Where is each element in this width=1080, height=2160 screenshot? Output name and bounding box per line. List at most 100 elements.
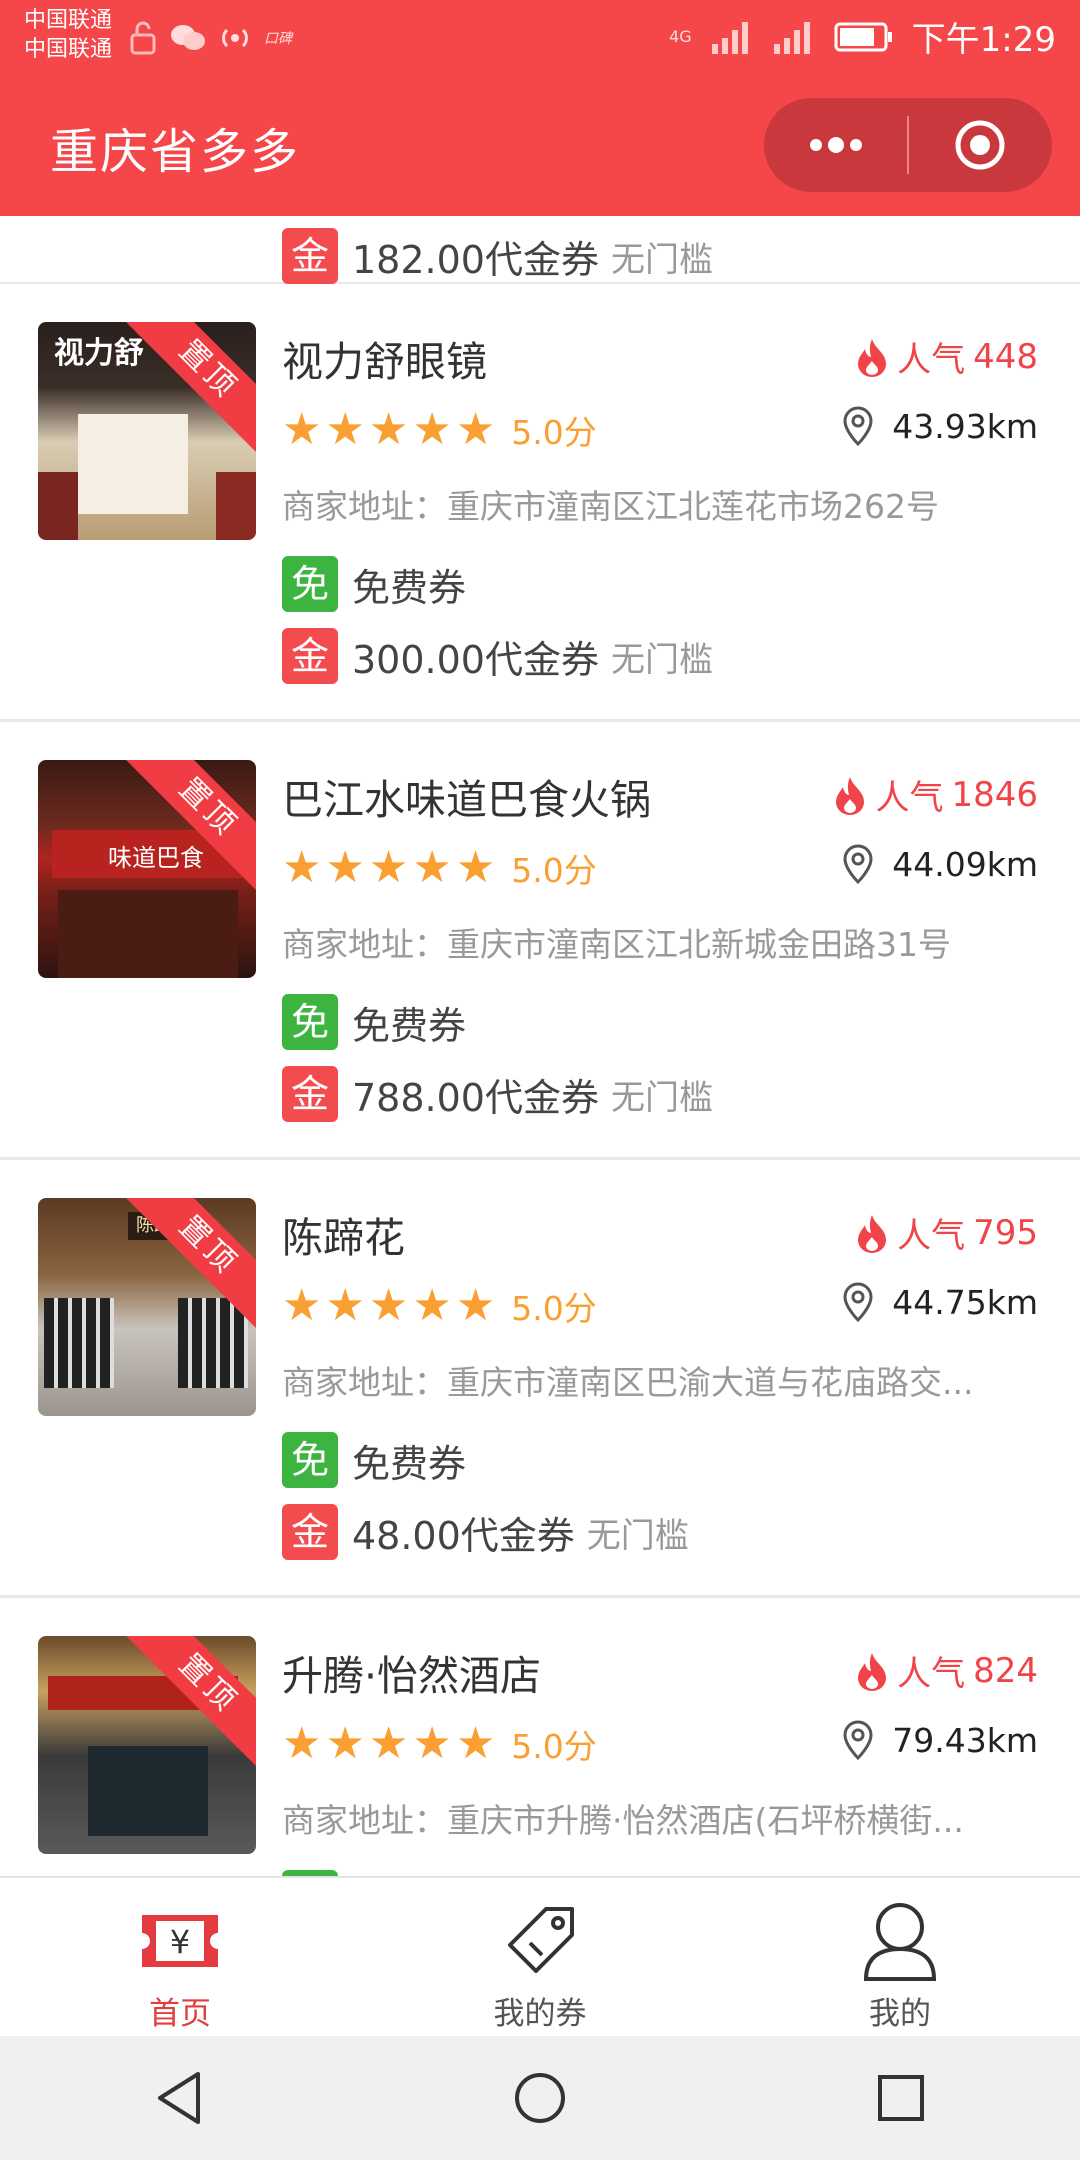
voucher-note: 无门槛 [610, 239, 713, 280]
back-icon[interactable] [154, 2070, 204, 2126]
free-voucher-label: 免费券 [352, 1003, 467, 1048]
cash-voucher-tag[interactable]: 金 788.00代金券 无门槛 [282, 1066, 713, 1122]
star-icon: ★ [325, 1280, 365, 1331]
target-circle-icon [955, 120, 1005, 170]
storefront [58, 890, 238, 978]
popularity: 人气 824 [855, 1646, 1038, 1695]
merchant-name: 视力舒眼镜 [282, 338, 487, 386]
tab-my-vouchers[interactable]: 我的券 [360, 1878, 720, 2038]
gold-badge: 金 [282, 228, 338, 284]
hotspot-icon [222, 28, 248, 48]
app-badge-icon: 口碑 [264, 31, 292, 47]
rating-score: 5.0分 [511, 851, 597, 890]
voucher-value: 182.00代金券 [352, 237, 599, 282]
tab-profile[interactable]: 我的 [720, 1878, 1080, 2038]
merchant-address: 商家地址：重庆市潼南区江北新城金田路31号 [282, 918, 1042, 966]
tab-home[interactable]: ¥ 首页 [0, 1878, 360, 2038]
fire-icon [836, 776, 865, 815]
close-button[interactable] [909, 98, 1052, 192]
fire-icon [858, 338, 887, 377]
location-pin-icon [843, 406, 873, 446]
popularity-value: 448 [973, 336, 1038, 377]
cash-voucher-tag[interactable]: 金 48.00代金券 无门槛 [282, 1504, 689, 1560]
star-icon: ★ [412, 1718, 452, 1769]
star-icon: ★ [325, 1718, 365, 1769]
merchant-list: 金 182.00代金券 无门槛 视力舒 置顶 视力舒眼镜 人气 448 ★ ★ ★ ★… [0, 216, 1080, 1876]
address-prefix: 商家地址： [282, 1363, 447, 1402]
staff-line [178, 1298, 248, 1388]
carrier-2: 中国联通 [24, 37, 113, 62]
star-icon: ★ [368, 1280, 409, 1331]
fire-icon [858, 1652, 887, 1691]
merchant-name: 升腾·怡然酒店 [282, 1652, 542, 1700]
address-text: 重庆市潼南区江北新城金田路31号 [447, 925, 951, 964]
tab-profile-label: 我的 [869, 1996, 931, 2032]
staff-line [44, 1298, 114, 1388]
popularity-value: 1846 [951, 774, 1038, 815]
star-icon: ★ [455, 842, 496, 893]
location-pin-icon [843, 1720, 873, 1760]
merchant-thumbnail: 视力舒 置顶 [38, 322, 256, 540]
star-icon: ★ [412, 842, 452, 893]
star-icon: ★ [412, 404, 452, 455]
more-button[interactable] [764, 98, 907, 192]
address-text: 重庆市升腾·怡然酒店(石坪桥横街... [447, 1801, 964, 1840]
location-pin-icon [843, 844, 873, 884]
merchant-card[interactable]: 陈蹄花 置顶 陈蹄花 人气 795 ★★★★★ 5.0分 44.75km 商家地… [0, 1160, 1080, 1598]
rating-stars: ★ ★ ★ ★ ★ 5.0分 [282, 1282, 597, 1330]
free-badge: 免 [282, 556, 338, 612]
merchant-card[interactable]: 视力舒 置顶 视力舒眼镜 人气 448 ★ ★ ★ ★ ★ 5.0分 43.93km 商… [0, 284, 1080, 722]
free-voucher-label: 免费券 [352, 565, 467, 610]
rating-score: 5.0分 [511, 413, 597, 452]
distance: 43.93km [842, 406, 1038, 446]
star-icon: ★ [368, 404, 409, 455]
gold-badge: 金 [282, 1066, 338, 1122]
svg-text:¥: ¥ [170, 1923, 190, 1961]
hotel-entrance [88, 1746, 208, 1836]
carrier-info: 中国联通 中国联通 [24, 6, 112, 64]
shop-sign-text: 味道巴食 [108, 844, 204, 872]
signal-2-icon [773, 21, 810, 54]
fire-icon [858, 1214, 887, 1253]
merchant-card[interactable]: 味道巴食 置顶 巴江水味道巴食火锅 人气 1846 ★ ★ ★ ★ ★ 5.0分 44.… [0, 722, 1080, 1160]
cash-voucher-tag[interactable]: 金 300.00代金券 无门槛 [282, 628, 713, 684]
star-icon: ★ [325, 842, 365, 893]
battery-icon [834, 22, 892, 51]
recents-icon[interactable] [876, 2073, 926, 2123]
bottom-tab-bar: ¥ 首页 我的券 我的 [0, 1876, 1080, 2038]
address-prefix: 商家地址： [282, 925, 447, 964]
star-icon: ★ [412, 1280, 452, 1331]
user-icon [855, 1898, 945, 1984]
voucher-note: 无门槛 [586, 1515, 689, 1556]
popularity: 人气 1846 [833, 770, 1038, 819]
free-voucher-tag[interactable]: 免 免费券 [282, 556, 466, 612]
address-text: 重庆市潼南区江北莲花市场262号 [447, 487, 939, 526]
star-icon: ★ [282, 1718, 322, 1769]
free-voucher-tag[interactable]: 免 免费券 [282, 994, 466, 1050]
page-title: 重庆省多多 [50, 124, 301, 180]
merchant-card[interactable]: 置顶 升腾·怡然酒店 人气 824 ★ ★ ★ ★ ★ 5.0分 79.43km 商家地… [0, 1598, 1080, 1876]
star-icon: ★ [325, 404, 365, 455]
address-prefix: 商家地址： [282, 487, 447, 526]
location-pin-icon [843, 1282, 873, 1322]
popularity-label: 人气 [897, 1654, 966, 1694]
wechat-icon [171, 25, 205, 50]
gold-badge: 金 [282, 628, 338, 684]
distance-value: 79.43km [892, 1720, 1038, 1760]
tab-my-vouchers-label: 我的券 [493, 1996, 587, 2032]
star-icon: ★ [455, 1718, 496, 1769]
storefront [78, 414, 188, 514]
popularity-label: 人气 [897, 1216, 966, 1256]
home-icon[interactable] [512, 2070, 568, 2126]
more-dots-icon [809, 137, 862, 153]
popularity-label: 人气 [897, 340, 966, 380]
merchant-card-partial[interactable]: 金 182.00代金券 无门槛 [0, 216, 1080, 285]
voucher-value: 300.00代金券 [352, 637, 599, 682]
notification-icons: 口碑 [128, 20, 292, 56]
star-icon: ★ [368, 842, 409, 893]
tab-home-label: 首页 [149, 1996, 211, 2032]
popularity: 人气 795 [855, 1208, 1038, 1257]
address-text: 重庆市潼南区巴渝大道与花庙路交... [447, 1363, 974, 1402]
signal-icon [711, 21, 748, 54]
free-voucher-tag[interactable]: 免 免费券 [282, 1432, 466, 1488]
